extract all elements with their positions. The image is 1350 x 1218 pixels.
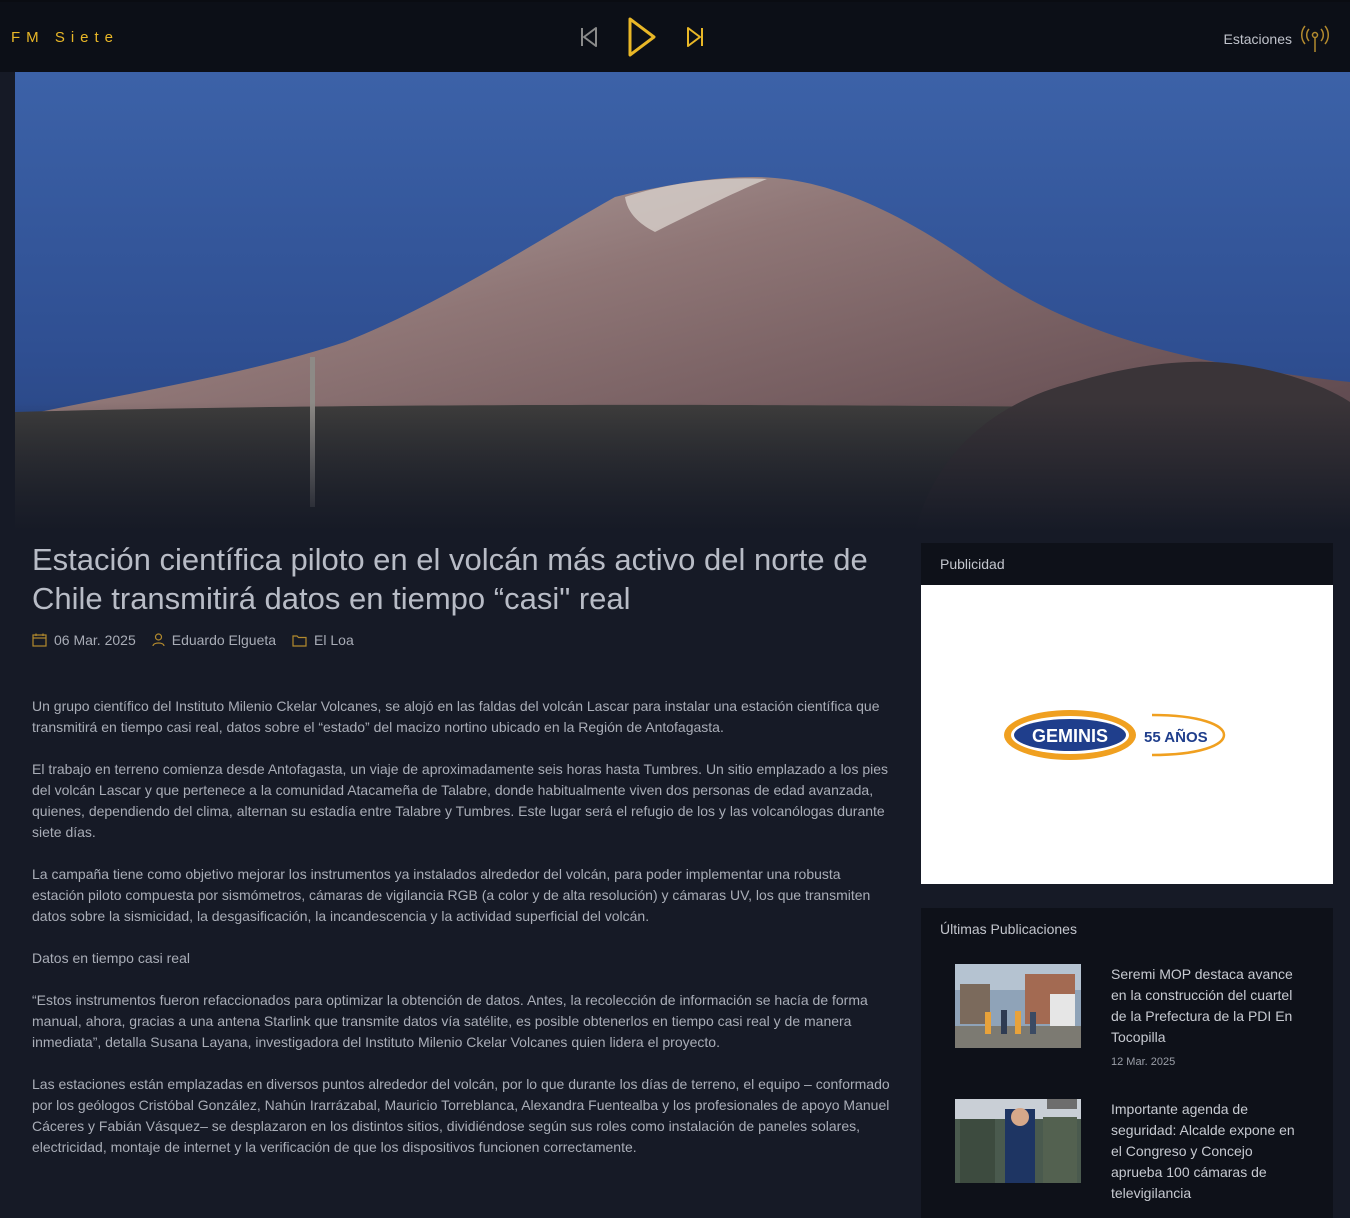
previous-track-button[interactable] [578,25,600,49]
brand-logo[interactable]: FM Siete [11,29,119,46]
article-subheading: Datos en tiempo casi real [32,950,190,966]
latest-posts-card: Últimas Publicaciones Seremi MOP destaca… [921,908,1333,1218]
post-info: Seremi MOP destaca avance en la construc… [1111,964,1299,1073]
sidebar: Publicidad GEMINIS 55 AÑOS Últimas Publi… [921,543,1333,1218]
article-paragraph: Un grupo científico del Instituto Mileni… [32,698,880,735]
broadcast-antenna-icon [1301,25,1329,52]
folder-icon [292,634,307,647]
advertisement-banner[interactable]: GEMINIS 55 AÑOS [921,585,1333,884]
article-date: 06 Mar. 2025 [54,632,136,648]
post-date: 12 Mar. 2025 [1111,1056,1176,1068]
stations-label: Estaciones [1223,31,1292,47]
article-paragraph: El trabajo en terreno comienza desde Ant… [32,761,889,840]
meta-date: 06 Mar. 2025 [32,632,136,648]
article-title: Estación científica piloto en el volcán … [32,542,868,616]
ad-years-text: 55 AÑOS [1144,728,1208,746]
post-title[interactable]: Importante agenda de seguridad: Alcalde … [1111,1099,1299,1204]
article: Estación científica piloto en el volcán … [32,540,892,1179]
ad-card: Publicidad GEMINIS 55 AÑOS [921,543,1333,884]
article-body: Un grupo científico del Instituto Mileni… [32,696,892,1158]
calendar-icon [32,633,47,647]
ad-brand-text: GEMINIS [1032,726,1108,746]
article-category: El Loa [314,632,354,648]
latest-post-item[interactable]: Importante agenda de seguridad: Alcalde … [921,1099,1333,1208]
post-thumbnail[interactable] [955,964,1081,1048]
radio-player [578,16,718,58]
article-meta: 06 Mar. 2025 Eduardo Elgueta El Loa [32,632,892,648]
next-track-button[interactable] [684,25,706,49]
user-icon [152,633,165,647]
volcano-illustration [15,72,1350,532]
article-paragraph: “Estos instrumentos fueron refaccionados… [32,992,868,1050]
meta-author[interactable]: Eduardo Elgueta [152,632,276,648]
meta-category[interactable]: El Loa [292,632,354,648]
top-bar: FM Siete Estaciones [0,0,1350,72]
latest-posts-title: Últimas Publicaciones [940,921,1077,937]
stations-button[interactable]: Estaciones [1224,24,1330,54]
article-paragraph: La campaña tiene como objetivo mejorar l… [32,866,871,924]
latest-post-item[interactable]: Seremi MOP destaca avance en la construc… [921,964,1333,1073]
post-thumbnail[interactable] [955,1099,1081,1183]
geminis-logo: GEMINIS 55 AÑOS [1004,709,1226,760]
post-title[interactable]: Seremi MOP destaca avance en la construc… [1111,964,1299,1048]
play-button[interactable] [626,16,658,58]
post-info: Importante agenda de seguridad: Alcalde … [1111,1099,1299,1208]
article-paragraph: Las estaciones están emplazadas en diver… [32,1076,890,1155]
ad-card-title: Publicidad [940,556,1005,572]
hero-image [15,72,1350,532]
article-author: Eduardo Elgueta [171,632,277,648]
